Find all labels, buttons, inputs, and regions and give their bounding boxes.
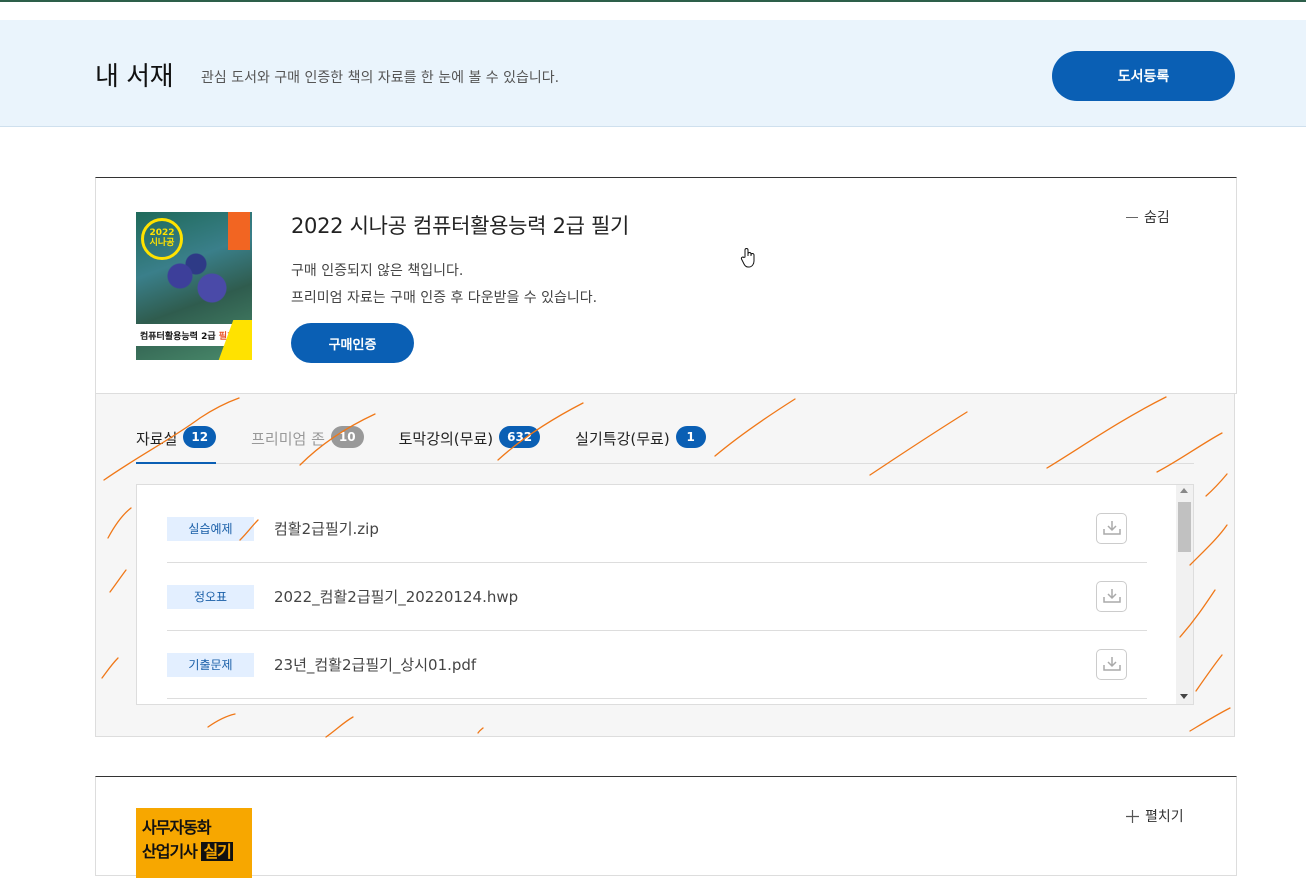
hide-toggle[interactable]: 숨김	[1126, 207, 1170, 227]
book-card: 사무자동화 산업기사 실기 펼치기	[95, 776, 1237, 878]
file-row: 정오표 2022_컴활2급필기_20220124.hwp	[167, 563, 1147, 631]
minus-icon	[1126, 216, 1138, 218]
book-status-message: 구매 인증되지 않은 책입니다.	[291, 263, 464, 279]
expand-toggle-label: 펼치기	[1145, 809, 1184, 825]
download-icon	[1102, 521, 1121, 535]
file-list-scrollbar[interactable]	[1176, 485, 1193, 704]
book-cover-image: 사무자동화 산업기사 실기	[136, 808, 252, 878]
file-list: 실습예제 컴활2급필기.zip 정오표 2022_컴활2급필기_20220124…	[136, 484, 1194, 705]
page-description: 관심 도서와 구매 인증한 책의 자료를 한 눈에 볼 수 있습니다.	[201, 70, 560, 86]
book-cover-image: 2022 시나공 컴퓨터활용능력 2급 필기	[136, 212, 252, 360]
tab-count-badge: 1	[675, 426, 706, 448]
expand-toggle[interactable]: 펼치기	[1126, 806, 1184, 826]
tab-materials[interactable]: 자료실 12	[136, 426, 217, 464]
download-button[interactable]	[1096, 580, 1127, 612]
purchase-verify-button[interactable]: 구매인증	[291, 323, 414, 363]
scroll-down-icon[interactable]	[1180, 694, 1188, 699]
tab-practical-lectures[interactable]: 실기특강(무료) 1	[575, 426, 706, 464]
tab-count-badge: 12	[183, 426, 217, 448]
tab-count-badge: 10	[330, 426, 364, 448]
book-card: 2022 시나공 컴퓨터활용능력 2급 필기 2022 시나공 컴퓨터활용능력 …	[95, 177, 1237, 394]
file-category-tag: 실습예제	[167, 516, 254, 541]
download-icon	[1102, 589, 1121, 603]
cover-title-line: 산업기사 실기	[142, 842, 233, 861]
tab-label: 프리미엄 존	[251, 430, 325, 448]
tab-label: 자료실	[136, 430, 178, 448]
cover-title-line: 사무자동화	[142, 818, 212, 837]
top-divider	[0, 0, 1306, 2]
tab-premium-zone[interactable]: 프리미엄 존 10	[251, 426, 364, 464]
hand-cursor-icon	[740, 248, 755, 268]
register-book-button[interactable]: 도서등록	[1052, 51, 1235, 101]
hide-toggle-label: 숨김	[1144, 210, 1170, 226]
tab-count-badge: 632	[499, 426, 541, 448]
file-row: 기출문제 23년_컴활2급필기_상시01.pdf	[167, 631, 1147, 699]
download-icon	[1102, 657, 1121, 671]
file-name: 2022_컴활2급필기_20220124.hwp	[274, 588, 519, 606]
tab-label: 실기특강(무료)	[575, 430, 670, 448]
file-row: 실습예제 컴활2급필기.zip	[167, 495, 1147, 563]
file-name: 23년_컴활2급필기_상시01.pdf	[274, 656, 477, 674]
tab-label: 토막강의(무료)	[398, 430, 494, 448]
cover-badge: 2022 시나공	[141, 218, 183, 260]
scroll-up-icon[interactable]	[1180, 488, 1188, 493]
download-button[interactable]	[1096, 648, 1127, 680]
tab-short-lectures[interactable]: 토막강의(무료) 632	[399, 426, 541, 464]
book-materials-panel: 자료실 12 프리미엄 존 10 토막강의(무료) 632 실기특강(무료) 1…	[95, 394, 1235, 737]
file-category-tag: 정오표	[167, 584, 254, 609]
file-category-tag: 기출문제	[167, 652, 254, 677]
materials-tabs: 자료실 12 프리미엄 존 10 토막강의(무료) 632 실기특강(무료) 1	[136, 426, 1194, 464]
book-premium-message: 프리미엄 자료는 구매 인증 후 다운받을 수 있습니다.	[291, 290, 598, 306]
page-title: 내 서재	[95, 62, 174, 92]
download-button[interactable]	[1096, 512, 1127, 544]
plus-icon	[1126, 809, 1139, 823]
book-title: 2022 시나공 컴퓨터활용능력 2급 필기	[291, 214, 630, 238]
file-name: 컴활2급필기.zip	[274, 520, 379, 538]
scroll-thumb[interactable]	[1178, 502, 1191, 552]
